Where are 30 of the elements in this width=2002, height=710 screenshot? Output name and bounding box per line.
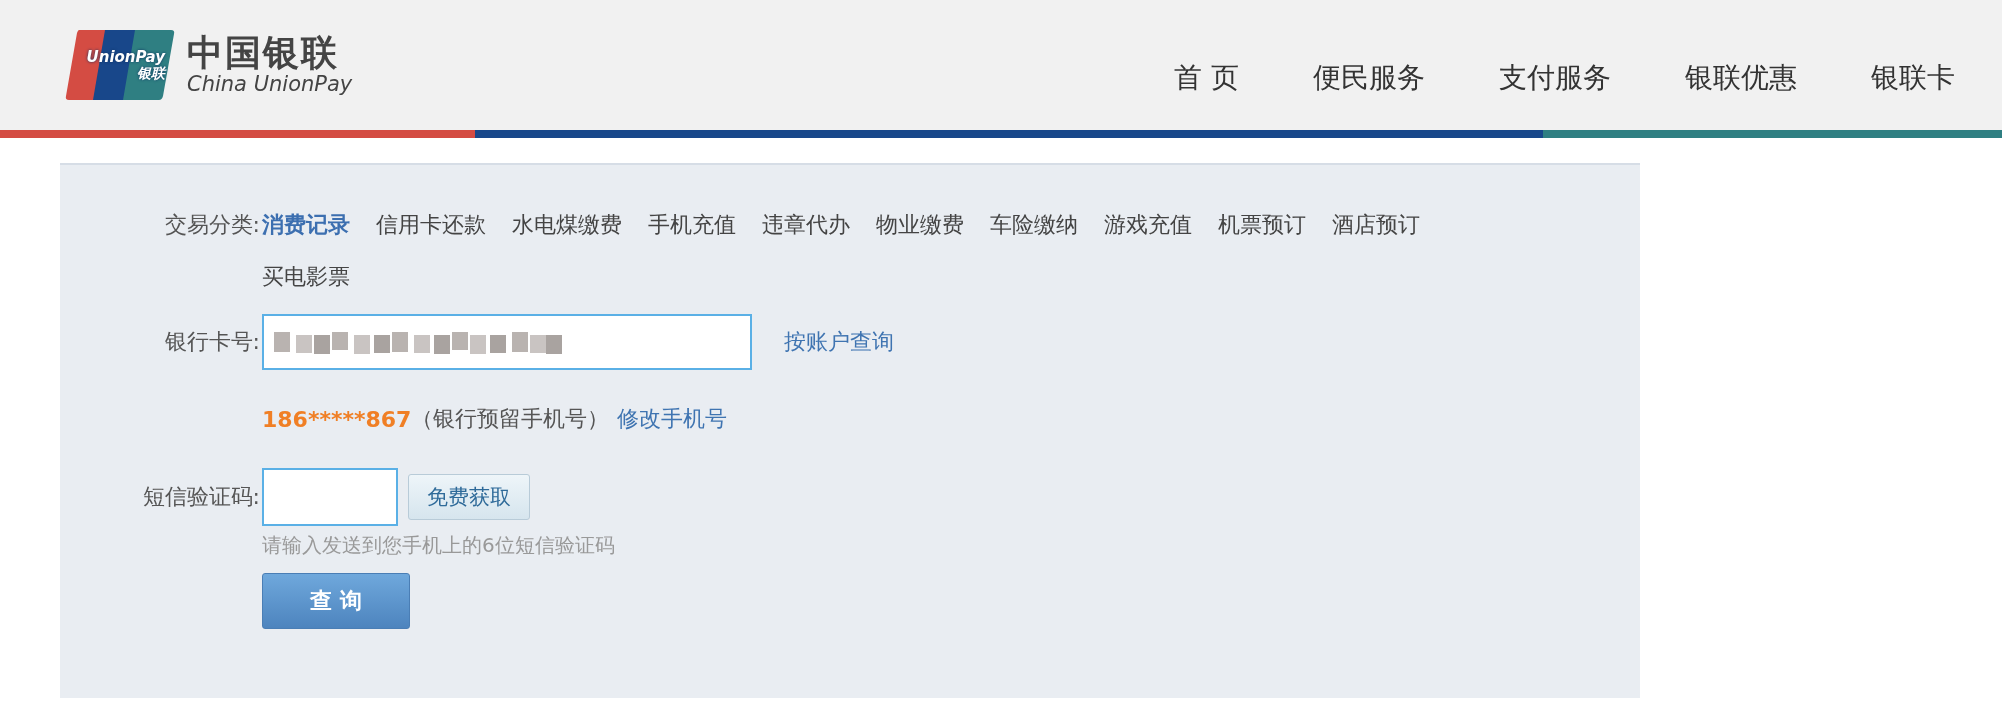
sms-code-field[interactable] [262,468,398,526]
phone-number: 186*****867 [262,406,412,432]
category-link[interactable]: 违章代办 [762,210,850,240]
field-label: 交易分类: [163,211,260,239]
field-label: 银行卡号: [163,328,260,356]
category-link[interactable]: 酒店预订 [1332,210,1420,240]
nav-link[interactable]: 银联卡 [1834,59,1992,97]
brand-name: 中国银联 [187,34,340,72]
category-link[interactable]: 游戏充值 [1104,210,1192,240]
field-label: 短信验证码: [141,483,260,511]
nav-link[interactable]: 便民服务 [1276,59,1462,97]
logo-subtext: 银联 [137,65,165,81]
account-query-link[interactable]: 按账户查询 [784,327,894,357]
category-link[interactable]: 机票预订 [1218,210,1306,240]
category-link[interactable]: 消费记录 [262,210,350,240]
category-link[interactable]: 水电煤缴费 [512,210,622,240]
hint-text: 请输入发送到您手机上的6位短信验证码 [261,532,616,559]
nav-link[interactable]: 银联优惠 [1648,59,1834,97]
card-number-field[interactable] [262,314,752,370]
category-link[interactable]: 买电影票 [262,262,350,292]
nav-link[interactable]: 首 页 [1137,59,1276,97]
category-link[interactable]: 信用卡还款 [376,210,486,240]
category-link[interactable]: 车险缴纳 [990,210,1078,240]
brand-name-english: China UnionPay [187,71,353,96]
change-phone-link[interactable]: 修改手机号 [617,404,728,434]
phone-note: （银行预留手机号） [411,405,610,433]
category-link[interactable]: 物业缴费 [876,210,964,240]
get-code-button[interactable]: 免费获取 [408,474,530,520]
nav-link[interactable]: 支付服务 [1462,59,1648,97]
category-link[interactable]: 手机充值 [648,210,736,240]
